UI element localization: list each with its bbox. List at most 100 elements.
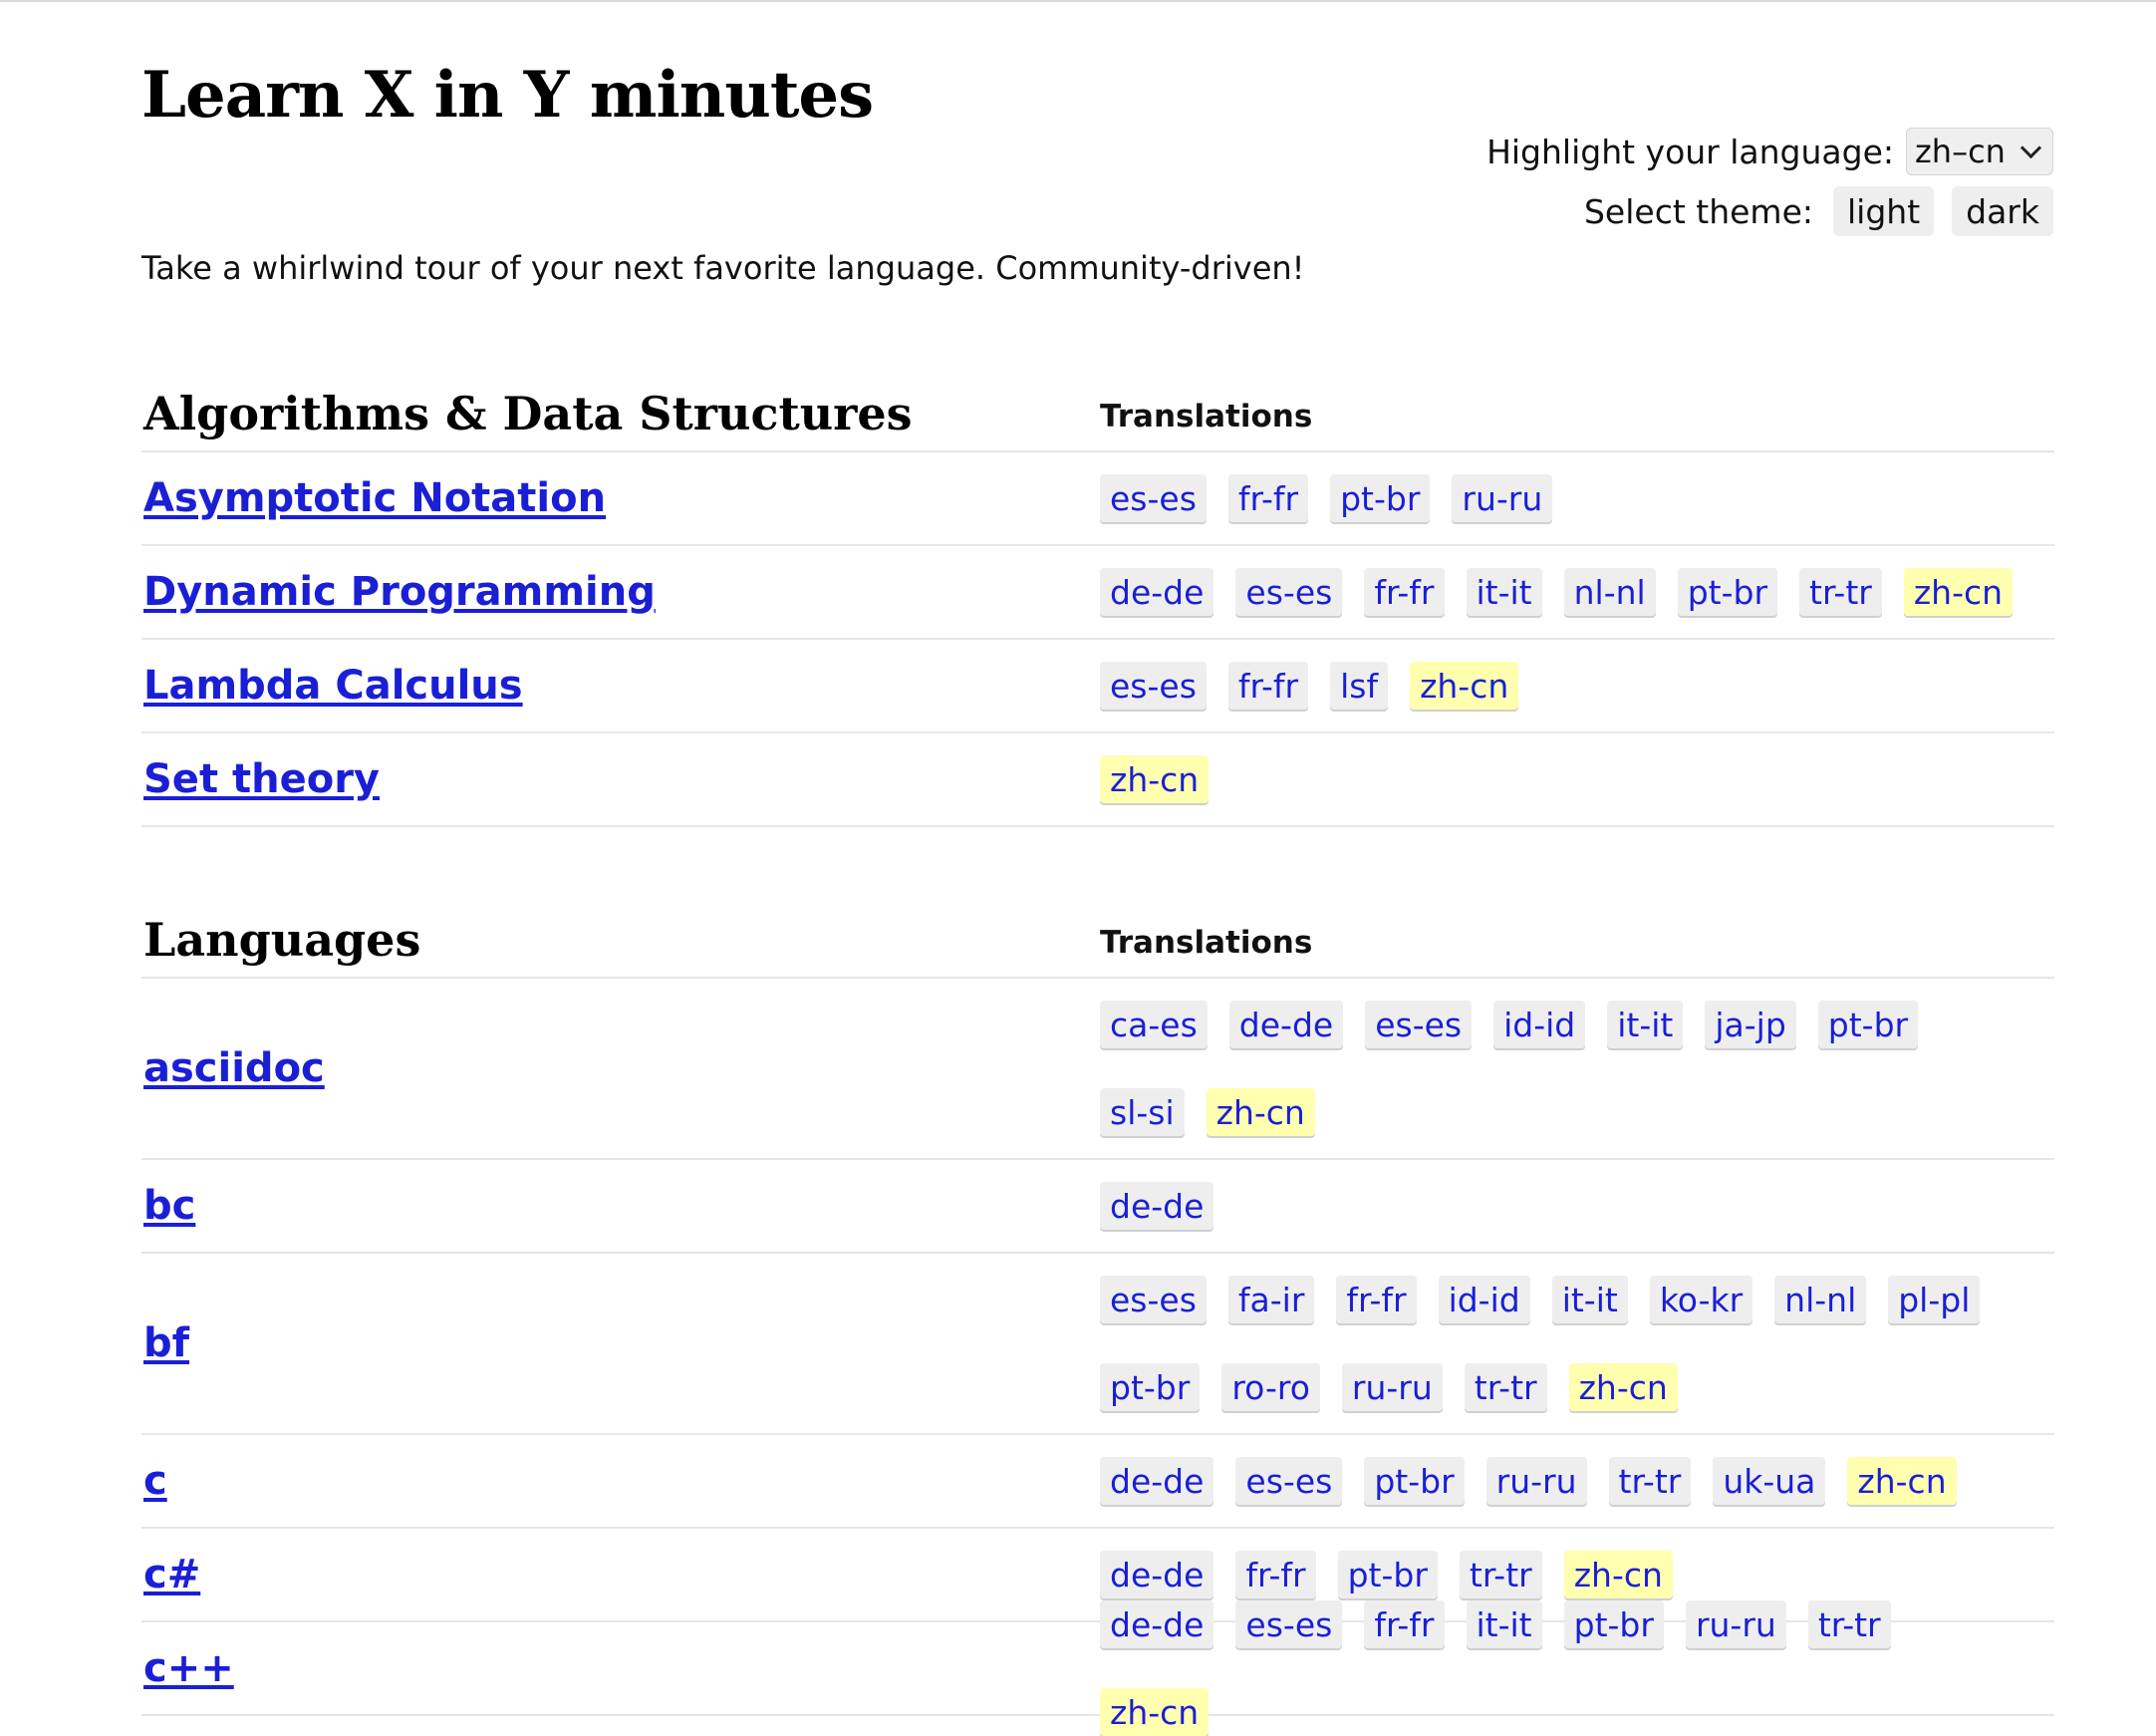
translation-chip[interactable]: es-es — [1235, 1457, 1343, 1505]
translation-chip[interactable]: es-es — [1235, 1600, 1343, 1648]
theme-dark-button[interactable]: dark — [1952, 186, 2053, 236]
page-controls: Highlight your language: zh–cn Select th… — [1486, 128, 2053, 236]
translation-chip[interactable]: de-de — [1100, 1182, 1214, 1230]
translation-chip[interactable]: ko-kr — [1649, 1276, 1753, 1323]
translation-chip[interactable]: pt-br — [1817, 1001, 1919, 1048]
translation-chip[interactable]: pt-br — [1337, 1551, 1438, 1598]
topic-row: bc de-de — [141, 1160, 2054, 1254]
translation-chip[interactable]: sl-si — [1100, 1088, 1185, 1136]
translation-chip[interactable]: pl-pl — [1888, 1276, 1981, 1323]
translation-chip[interactable]: tr-tr — [1464, 1363, 1547, 1411]
translation-chip[interactable]: pt-br — [1563, 1600, 1664, 1648]
translation-chip[interactable]: pt-br — [1677, 568, 1778, 616]
translation-chip[interactable]: tr-tr — [1608, 1457, 1692, 1505]
translation-chip[interactable]: lsf — [1330, 662, 1389, 710]
translation-chip[interactable]: fa-ir — [1227, 1276, 1315, 1323]
theme-control: Select theme: light dark — [1583, 186, 2053, 236]
translation-chip[interactable]: de-de — [1100, 1457, 1214, 1505]
translation-chip[interactable]: id-id — [1438, 1276, 1530, 1323]
translation-chip[interactable]: it-it — [1466, 568, 1542, 616]
page-title: Learn X in Y minutes — [141, 58, 874, 133]
translation-list: es-es fr-fr pt-br ru-ru — [1100, 474, 2017, 522]
topic-row: bf es-es fa-ir fr-fr id-id it-it ko-kr nl-nl pl-… — [141, 1254, 2054, 1435]
translation-chip[interactable]: es-es — [1235, 568, 1343, 616]
chevron-down-icon — [2020, 137, 2042, 158]
translation-list: de-de es-es fr-fr it-it nl-nl pt-br tr-tr zh-cn — [1100, 568, 2017, 616]
theme-label: Select theme: — [1583, 191, 1813, 231]
translation-chip[interactable]: it-it — [1607, 1001, 1684, 1048]
topic-link[interactable]: Asymptotic Notation — [143, 475, 606, 521]
translation-chip[interactable]: zh-cn — [1903, 568, 2014, 616]
translation-list: de-de fr-fr pt-br tr-tr zh-cn — [1100, 1551, 2017, 1598]
highlight-language-select[interactable]: zh–cn — [1906, 128, 2053, 175]
section-title: Languages — [143, 913, 421, 967]
translation-chip[interactable]: fr-fr — [1336, 1276, 1417, 1323]
topic-row: asciidoc ca-es de-de es-es id-id it-it ja-jp pt… — [141, 979, 2054, 1160]
translation-list: es-es fr-fr lsf zh-cn — [1100, 662, 2017, 710]
topic-link[interactable]: bc — [143, 1183, 195, 1229]
translation-chip[interactable]: ru-ru — [1485, 1457, 1587, 1505]
highlight-language-control: Highlight your language: zh–cn — [1486, 128, 2053, 175]
translation-chip[interactable]: tr-tr — [1459, 1551, 1542, 1598]
topic-link[interactable]: c — [143, 1458, 167, 1504]
translation-chip[interactable]: de-de — [1100, 1600, 1214, 1648]
translation-chip[interactable]: pt-br — [1364, 1457, 1465, 1505]
translation-list: de-de es-es pt-br ru-ru tr-tr uk-ua zh-cn — [1100, 1457, 2017, 1505]
highlight-language-value: zh–cn — [1915, 133, 2006, 170]
translation-chip[interactable]: it-it — [1466, 1600, 1542, 1648]
topic-link[interactable]: bf — [143, 1320, 189, 1366]
translation-chip[interactable]: uk-ua — [1713, 1457, 1826, 1505]
topic-list: Asymptotic Notation es-es fr-fr pt-br ru-ru D… — [141, 452, 2054, 827]
topic-link[interactable]: asciidoc — [143, 1045, 325, 1091]
translation-chip[interactable]: ja-jp — [1705, 1001, 1796, 1048]
topic-row: c++ de-de es-es fr-fr it-it pt-br ru-ru tr-tr zh… — [141, 1600, 2054, 1736]
translation-chip[interactable]: fr-fr — [1227, 474, 1309, 522]
tagline: Take a whirlwind tour of your next favor… — [141, 249, 1305, 287]
translation-chip[interactable]: zh-cn — [1206, 1088, 1315, 1136]
translation-chip[interactable]: fr-fr — [1227, 662, 1309, 710]
topic-link[interactable]: Lambda Calculus — [143, 663, 523, 709]
translation-chip[interactable]: es-es — [1365, 1001, 1473, 1048]
translation-chip[interactable]: fr-fr — [1364, 1600, 1445, 1648]
translation-chip[interactable]: id-id — [1493, 1001, 1586, 1048]
translation-chip[interactable]: de-de — [1100, 568, 1214, 616]
section-algorithms: Algorithms & Data Structures Translation… — [141, 363, 2054, 827]
translation-chip[interactable]: ru-ru — [1341, 1363, 1443, 1411]
topic-link[interactable]: Dynamic Programming — [143, 569, 656, 615]
translation-chip[interactable]: tr-tr — [1807, 1600, 1891, 1648]
translation-chip[interactable]: zh-cn — [1100, 755, 1210, 803]
translation-chip[interactable]: de-de — [1228, 1001, 1344, 1048]
translation-chip[interactable]: it-it — [1551, 1276, 1628, 1323]
translation-chip[interactable]: fr-fr — [1235, 1551, 1316, 1598]
translation-chip[interactable]: es-es — [1100, 1276, 1207, 1323]
translation-list: zh-cn — [1100, 755, 2017, 803]
translation-chip[interactable]: nl-nl — [1774, 1276, 1867, 1323]
topic-link[interactable]: Set theory — [143, 756, 380, 802]
translation-chip[interactable]: ro-ro — [1221, 1363, 1320, 1411]
page: Learn X in Y minutes Highlight your lang… — [0, 2, 2156, 1736]
translation-chip[interactable]: pt-br — [1100, 1363, 1201, 1411]
topic-row: c de-de es-es pt-br ru-ru tr-tr uk-ua zh-cn — [141, 1435, 2054, 1529]
translation-chip[interactable]: nl-nl — [1563, 568, 1656, 616]
translation-chip[interactable]: es-es — [1100, 474, 1207, 522]
translation-chip[interactable]: tr-tr — [1799, 568, 1882, 616]
translation-chip[interactable]: fr-fr — [1364, 568, 1445, 616]
translation-chip[interactable]: zh-cn — [1563, 1551, 1673, 1598]
translation-chip[interactable]: zh-cn — [1847, 1457, 1957, 1505]
translation-chip[interactable]: es-es — [1100, 662, 1207, 710]
translation-chip[interactable]: zh-cn — [1568, 1363, 1678, 1411]
translation-chip[interactable]: ca-es — [1100, 1001, 1208, 1048]
topic-link[interactable]: c++ — [143, 1645, 234, 1691]
section-title: Algorithms & Data Structures — [143, 387, 913, 440]
topic-link[interactable]: c# — [143, 1552, 200, 1597]
translation-chip[interactable]: ru-ru — [1452, 474, 1553, 522]
translation-chip[interactable]: zh-cn — [1100, 1688, 1210, 1736]
theme-light-button[interactable]: light — [1833, 186, 1935, 236]
translation-chip[interactable]: ru-ru — [1685, 1600, 1786, 1648]
translation-chip[interactable]: zh-cn — [1410, 662, 1519, 710]
topic-list: asciidoc ca-es de-de es-es id-id it-it ja-jp pt… — [141, 979, 2054, 1736]
translation-chip[interactable]: de-de — [1100, 1551, 1214, 1598]
translation-chip[interactable]: pt-br — [1330, 474, 1431, 522]
section-header: Algorithms & Data Structures Translation… — [141, 363, 2054, 452]
translations-header: Translations — [1100, 399, 1313, 434]
